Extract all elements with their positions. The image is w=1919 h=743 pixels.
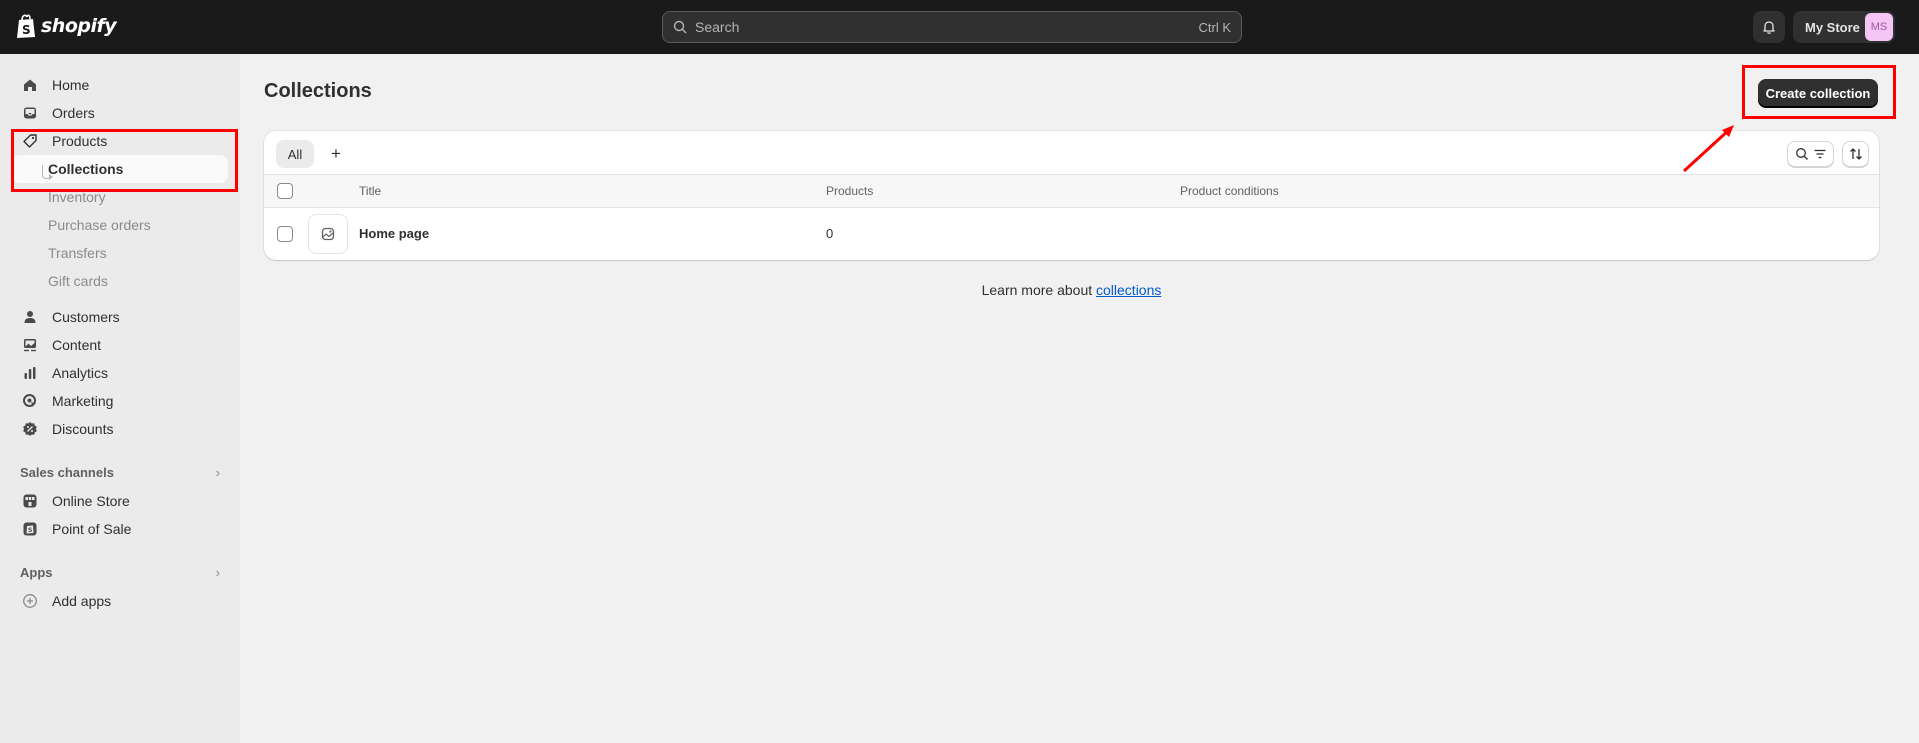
tree-arrow-icon [49,174,53,180]
sidebar-item-analytics[interactable]: Analytics [12,359,228,387]
logo-text: shopify [41,15,117,37]
store-name: My Store [1805,19,1860,35]
home-icon [22,77,38,93]
shopify-bag-icon: S [17,14,35,38]
plus-circle-icon [22,593,38,609]
avatar: MS [1865,13,1893,41]
select-all-checkbox[interactable] [277,183,293,199]
sidebar-item-label: Point of Sale [52,521,132,537]
sidebar-item-label: Inventory [48,189,106,205]
person-icon [22,309,38,325]
bell-icon [1763,21,1775,34]
page-title: Collections [264,80,372,102]
sidebar-item-inventory[interactable]: Inventory [12,183,228,211]
sort-button[interactable] [1842,141,1869,167]
sidebar-item-customers[interactable]: Customers [12,303,228,331]
sidebar-item-collections[interactable]: Collections [12,155,228,183]
inbox-icon [22,105,38,121]
sales-channels-section[interactable]: Sales channels › [20,462,220,482]
sidebar-item-label: Content [52,337,102,353]
store-icon [22,493,38,509]
pos-icon: S [22,521,38,537]
collection-thumbnail [308,214,348,254]
sidebar-item-label: Purchase orders [48,217,151,233]
sidebar-item-purchase-orders[interactable]: Purchase orders [12,211,228,239]
sidebar-item-label: Gift cards [48,273,108,289]
sidebar: Home Orders Products Collections Invento… [0,54,240,743]
search-bar[interactable]: Ctrl K [662,11,1242,43]
learn-more-text: Learn more about [981,282,1097,298]
table-row[interactable]: Home page 0 [264,208,1879,260]
cell-title[interactable]: Home page [359,226,429,241]
sort-icon [1849,148,1862,160]
notifications-button[interactable] [1753,11,1785,43]
svg-text:S: S [22,23,31,37]
collections-help-link[interactable]: collections [1096,282,1161,298]
apps-section[interactable]: Apps › [20,562,220,582]
search-icon [673,20,687,34]
image-placeholder-icon [321,227,335,241]
sidebar-item-marketing[interactable]: Marketing [12,387,228,415]
sidebar-item-label: Orders [52,105,95,121]
sidebar-item-products[interactable]: Products [12,127,228,155]
row-checkbox[interactable] [277,226,293,242]
section-label: Sales channels [20,464,114,480]
learn-more-footer: Learn more about collections [264,282,1879,298]
search-icon [1795,148,1808,160]
sidebar-item-label: Products [52,133,108,149]
sidebar-item-transfers[interactable]: Transfers [12,239,228,267]
store-menu-button[interactable]: My Store MS [1793,11,1895,43]
shopify-logo[interactable]: S shopify [15,13,117,39]
sidebar-item-add-apps[interactable]: Add apps [12,587,228,615]
sidebar-item-label: Customers [52,309,120,325]
target-icon [22,393,38,409]
sidebar-item-label: Discounts [52,421,114,437]
chevron-right-icon: › [215,564,220,580]
tag-icon [22,133,38,149]
section-label: Apps [20,564,53,580]
column-header-title[interactable]: Title [359,184,381,198]
column-header-products[interactable]: Products [826,184,873,198]
sidebar-item-online-store[interactable]: Online Store [12,487,228,515]
table-header: Title Products Product conditions [264,175,1879,208]
add-view-button[interactable]: + [322,140,350,168]
sidebar-item-orders[interactable]: Orders [12,99,228,127]
sidebar-item-discounts[interactable]: Discounts [12,415,228,443]
cell-products: 0 [826,226,834,241]
filter-icon [1814,149,1825,159]
svg-text:S: S [28,527,32,534]
column-header-product-conditions[interactable]: Product conditions [1180,184,1279,198]
sidebar-item-label: Transfers [48,245,107,261]
view-tabs: All + [264,131,1879,175]
tab-all[interactable]: All [276,140,314,168]
sidebar-item-home[interactable]: Home [12,71,228,99]
collections-card: All + Title Products Product conditions … [264,131,1879,260]
search-shortcut: Ctrl K [1198,19,1232,35]
create-collection-button[interactable]: Create collection [1758,79,1878,107]
sidebar-item-point-of-sale[interactable]: S Point of Sale [12,515,228,543]
sidebar-item-label: Analytics [52,365,109,381]
search-input[interactable] [695,19,1199,35]
sidebar-item-label: Marketing [52,393,114,409]
sidebar-item-content[interactable]: Content [12,331,228,359]
chevron-right-icon: › [215,464,220,480]
top-bar: S shopify Ctrl K My Store MS [0,0,1919,54]
sidebar-item-gift-cards[interactable]: Gift cards [12,267,228,295]
search-filter-button[interactable] [1787,141,1834,167]
discount-icon [22,421,38,437]
sidebar-item-label: Online Store [52,493,130,509]
sidebar-item-label: Collections [48,161,124,177]
sidebar-item-label: Home [52,77,90,93]
content-icon [22,337,38,353]
sidebar-item-label: Add apps [52,593,112,609]
bar-chart-icon [22,365,38,381]
